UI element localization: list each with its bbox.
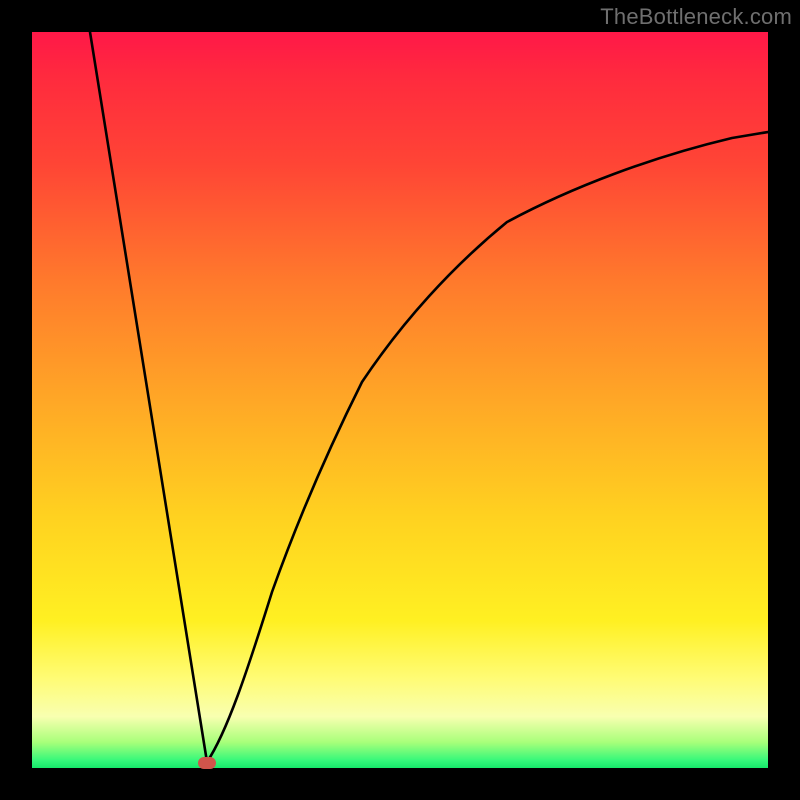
- plot-area: [32, 32, 768, 768]
- bottleneck-marker: [198, 757, 216, 769]
- curve-path: [90, 32, 768, 762]
- watermark-text: TheBottleneck.com: [600, 4, 792, 30]
- bottleneck-curve: [32, 32, 768, 768]
